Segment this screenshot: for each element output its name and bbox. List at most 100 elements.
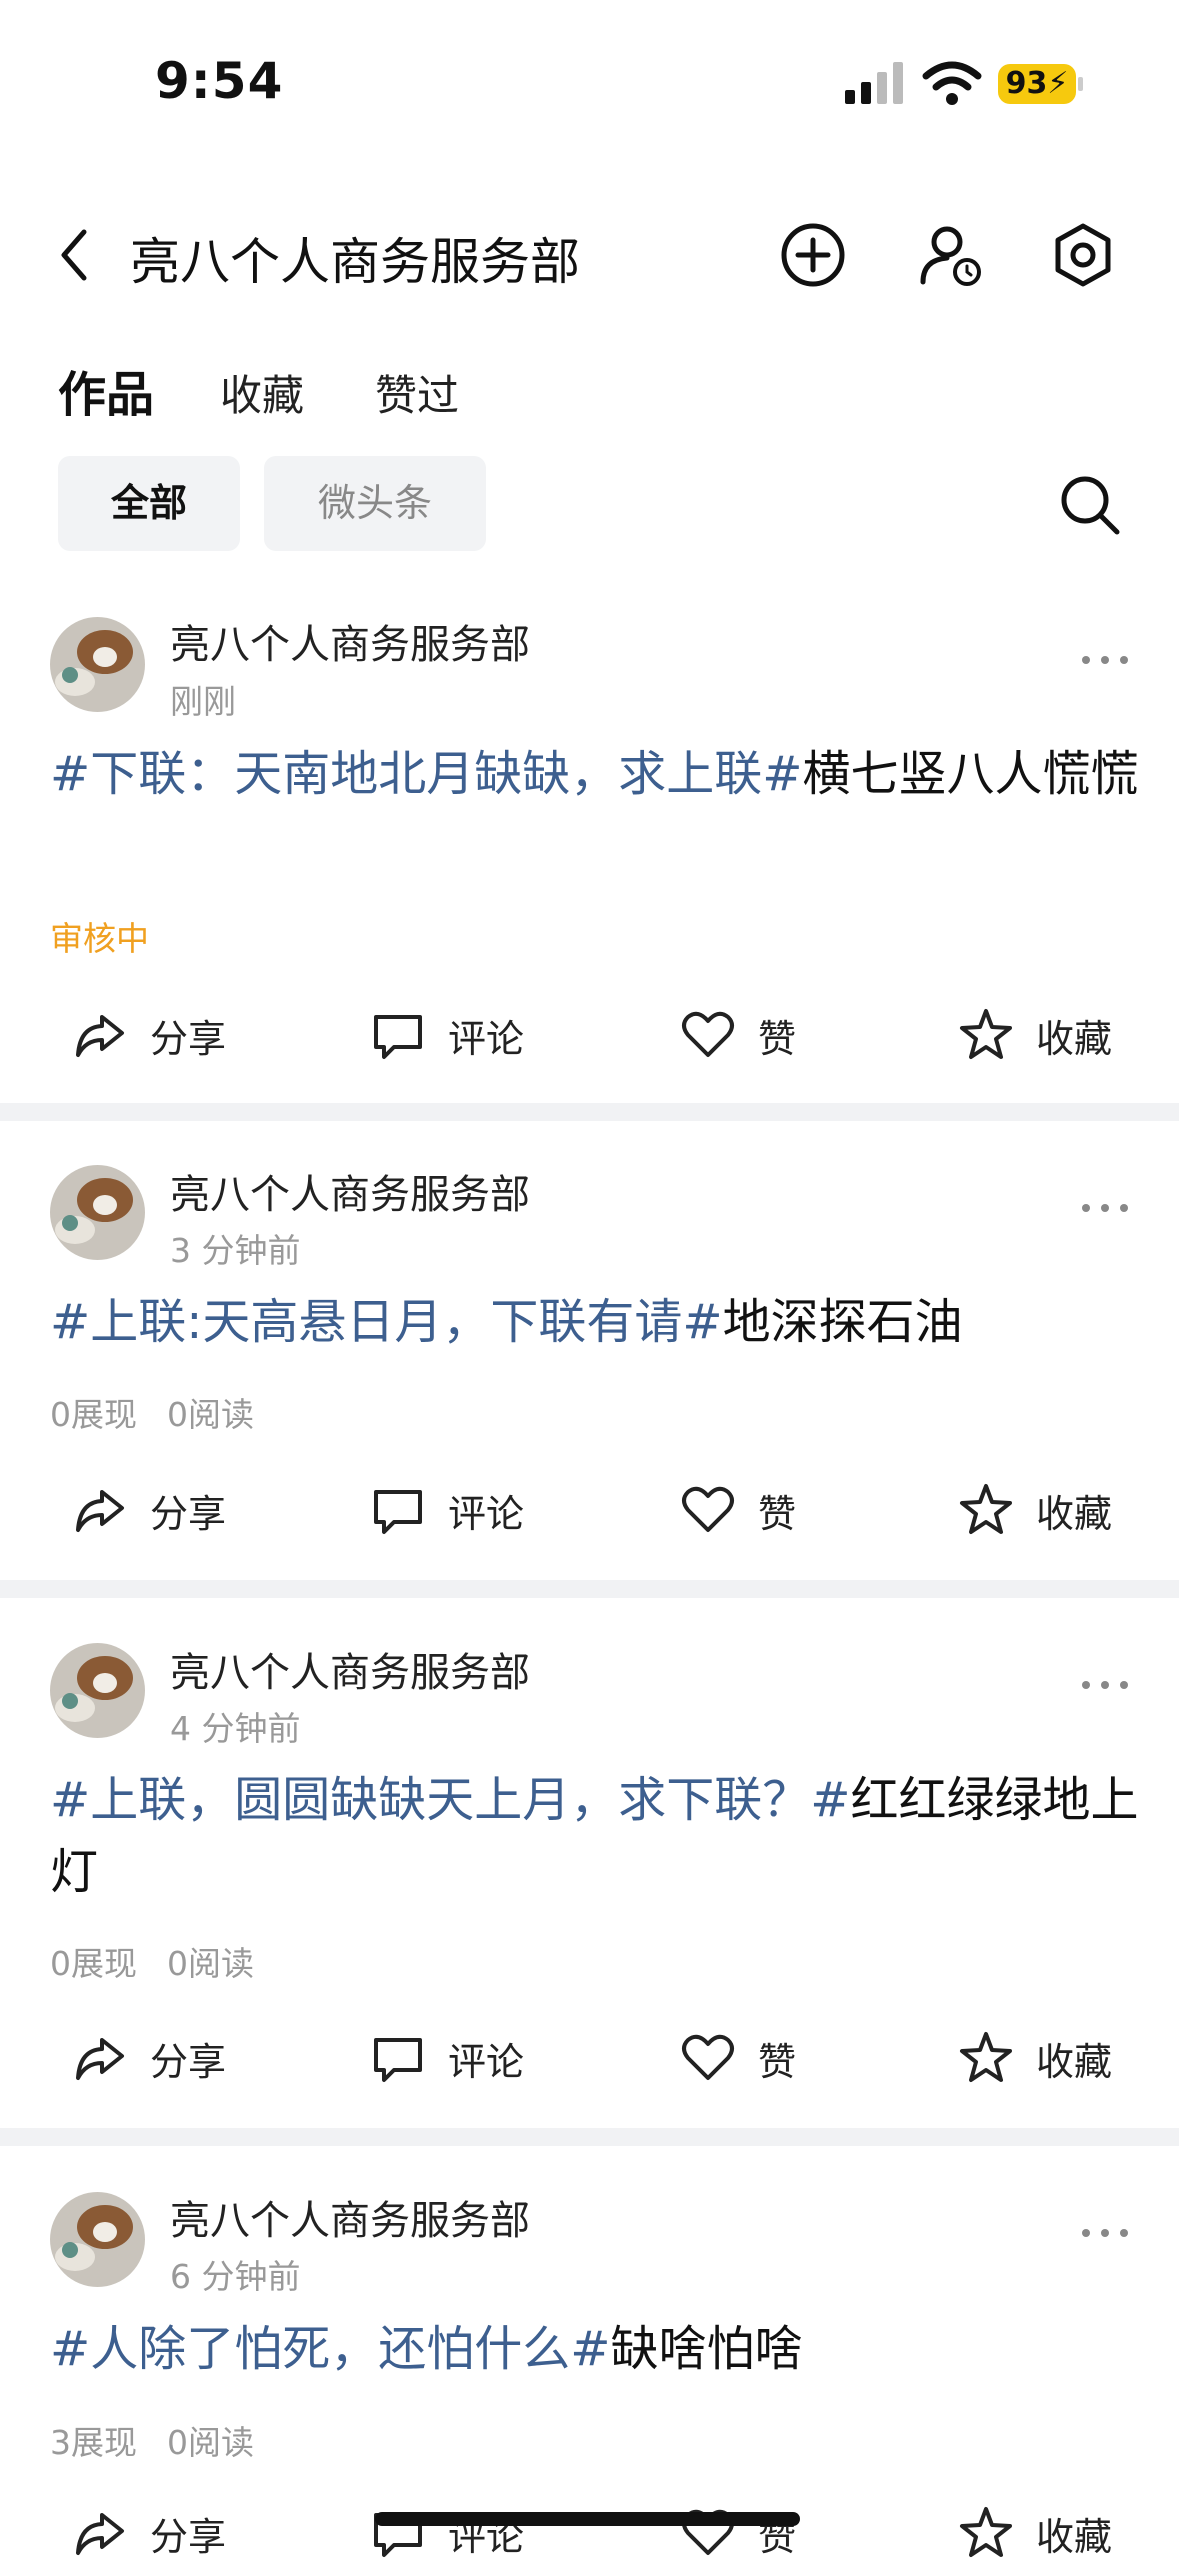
review-status: 审核中 bbox=[50, 919, 149, 958]
views-count: 0展现 bbox=[50, 1395, 137, 1434]
star-icon bbox=[960, 1009, 1012, 1059]
more-options-icon[interactable] bbox=[1080, 2223, 1130, 2243]
post-hashtag[interactable]: #下联：天南地北月缺缺，求上联# bbox=[50, 746, 802, 802]
share-label: 分享 bbox=[150, 2514, 227, 2559]
favorite-label: 收藏 bbox=[1036, 1016, 1113, 1061]
like-button[interactable]: 赞 bbox=[680, 1475, 796, 1545]
post-text: 缺啥怕啥 bbox=[610, 2321, 803, 2377]
share-button[interactable]: 分享 bbox=[72, 2023, 226, 2093]
add-circle-icon[interactable] bbox=[778, 220, 848, 290]
reads-count: 0阅读 bbox=[167, 2423, 254, 2462]
battery-indicator: 93⚡ bbox=[998, 64, 1076, 104]
share-icon bbox=[76, 2513, 124, 2555]
battery-level: 93 bbox=[1005, 66, 1048, 101]
post-text: 地深探石油 bbox=[722, 1294, 963, 1350]
comment-button[interactable]: 评论 bbox=[370, 2498, 524, 2568]
comment-label: 评论 bbox=[448, 2039, 525, 2084]
tab-works[interactable]: 作品 bbox=[58, 355, 154, 425]
like-label: 赞 bbox=[758, 2039, 797, 2084]
share-button[interactable]: 分享 bbox=[72, 2498, 226, 2568]
reads-count: 0阅读 bbox=[167, 1944, 254, 1983]
search-icon[interactable] bbox=[1055, 470, 1125, 540]
like-button[interactable]: 赞 bbox=[680, 2023, 796, 2093]
comment-label: 评论 bbox=[448, 1016, 525, 1061]
battery-tip bbox=[1078, 77, 1083, 91]
avatar[interactable] bbox=[50, 2192, 145, 2287]
star-icon bbox=[960, 1484, 1012, 1534]
reads-count: 0阅读 bbox=[167, 1395, 254, 1434]
more-options-icon[interactable] bbox=[1080, 1198, 1130, 1218]
filter-micro-headline[interactable]: 微头条 bbox=[264, 456, 486, 551]
heart-icon bbox=[682, 1011, 734, 1057]
heart-icon bbox=[682, 1486, 734, 1532]
star-icon bbox=[960, 2507, 1012, 2557]
post-author[interactable]: 亮八个人商务服务部 bbox=[170, 1640, 530, 1698]
post-content[interactable]: #人除了怕死，还怕什么#缺啥怕啥 bbox=[50, 2313, 1140, 2385]
share-label: 分享 bbox=[150, 1491, 227, 1536]
like-label: 赞 bbox=[758, 1016, 797, 1061]
settings-icon[interactable] bbox=[1048, 220, 1118, 290]
views-count: 0展现 bbox=[50, 1944, 137, 1983]
avatar[interactable] bbox=[50, 1643, 145, 1738]
comment-label: 评论 bbox=[448, 1491, 525, 1536]
comment-icon bbox=[374, 1015, 422, 1059]
like-button[interactable]: 赞 bbox=[680, 2498, 796, 2568]
comment-icon bbox=[374, 1490, 422, 1534]
post-divider bbox=[0, 2128, 1179, 2146]
post-divider bbox=[0, 1103, 1179, 1121]
favorite-button[interactable]: 收藏 bbox=[958, 1475, 1112, 1545]
favorite-button[interactable]: 收藏 bbox=[958, 2498, 1112, 2568]
share-label: 分享 bbox=[150, 1016, 227, 1061]
wifi-icon bbox=[922, 61, 982, 105]
comment-button[interactable]: 评论 bbox=[370, 1475, 524, 1545]
comment-button[interactable]: 评论 bbox=[370, 2023, 524, 2093]
cellular-signal-icon bbox=[845, 62, 903, 104]
share-icon bbox=[76, 2038, 124, 2080]
home-indicator[interactable] bbox=[375, 2512, 800, 2526]
filter-all[interactable]: 全部 bbox=[58, 456, 240, 551]
share-label: 分享 bbox=[150, 2039, 227, 2084]
post-author[interactable]: 亮八个人商务服务部 bbox=[170, 612, 530, 670]
status-time: 9:54 bbox=[155, 52, 284, 110]
post-hashtag[interactable]: #上联，圆圆缺缺天上月，求下联？# bbox=[50, 1772, 850, 1828]
post-time: 3 分钟前 bbox=[170, 1231, 301, 1270]
more-options-icon[interactable] bbox=[1080, 650, 1130, 670]
post-stats: 0展现 0阅读 bbox=[50, 1388, 284, 1436]
post-text: 横七竖八人慌慌 bbox=[802, 746, 1139, 802]
like-label: 赞 bbox=[758, 1491, 797, 1536]
share-icon bbox=[76, 1490, 124, 1532]
tab-liked[interactable]: 赞过 bbox=[375, 362, 459, 423]
favorite-button[interactable]: 收藏 bbox=[958, 2023, 1112, 2093]
share-button[interactable]: 分享 bbox=[72, 1000, 226, 1070]
favorite-label: 收藏 bbox=[1036, 2514, 1113, 2559]
post-time: 4 分钟前 bbox=[170, 1709, 301, 1748]
post-time: 6 分钟前 bbox=[170, 2257, 301, 2296]
tab-favorites[interactable]: 收藏 bbox=[220, 362, 304, 423]
post-content[interactable]: #下联：天南地北月缺缺，求上联#横七竖八人慌慌 bbox=[50, 738, 1140, 810]
avatar[interactable] bbox=[50, 617, 145, 712]
views-count: 3展现 bbox=[50, 2423, 137, 2462]
like-button[interactable]: 赞 bbox=[680, 1000, 796, 1070]
post-stats: 3展现 0阅读 bbox=[50, 2416, 284, 2464]
post-author[interactable]: 亮八个人商务服务部 bbox=[170, 1162, 530, 1220]
post-content[interactable]: #上联，圆圆缺缺天上月，求下联？#红红绿绿地上灯 bbox=[50, 1764, 1140, 1908]
back-icon[interactable] bbox=[50, 220, 100, 290]
post-stats: 0展现 0阅读 bbox=[50, 1937, 284, 1985]
user-settings-icon[interactable] bbox=[915, 220, 985, 290]
avatar[interactable] bbox=[50, 1165, 145, 1260]
share-icon bbox=[76, 1015, 124, 1057]
heart-icon bbox=[682, 2034, 734, 2080]
post-divider bbox=[0, 1580, 1179, 1598]
post-content[interactable]: #上联:天高悬日月，下联有请#地深探石油 bbox=[50, 1286, 1140, 1358]
page-title: 亮八个人商务服务部 bbox=[130, 233, 580, 291]
post-hashtag[interactable]: #上联:天高悬日月，下联有请# bbox=[50, 1294, 723, 1350]
favorite-label: 收藏 bbox=[1036, 2039, 1113, 2084]
comment-button[interactable]: 评论 bbox=[370, 1000, 524, 1070]
star-icon bbox=[960, 2032, 1012, 2082]
favorite-button[interactable]: 收藏 bbox=[958, 1000, 1112, 1070]
post-hashtag[interactable]: #人除了怕死，还怕什么# bbox=[50, 2321, 610, 2377]
more-options-icon[interactable] bbox=[1080, 1675, 1130, 1695]
favorite-label: 收藏 bbox=[1036, 1491, 1113, 1536]
post-author[interactable]: 亮八个人商务服务部 bbox=[170, 2188, 530, 2246]
share-button[interactable]: 分享 bbox=[72, 1475, 226, 1545]
